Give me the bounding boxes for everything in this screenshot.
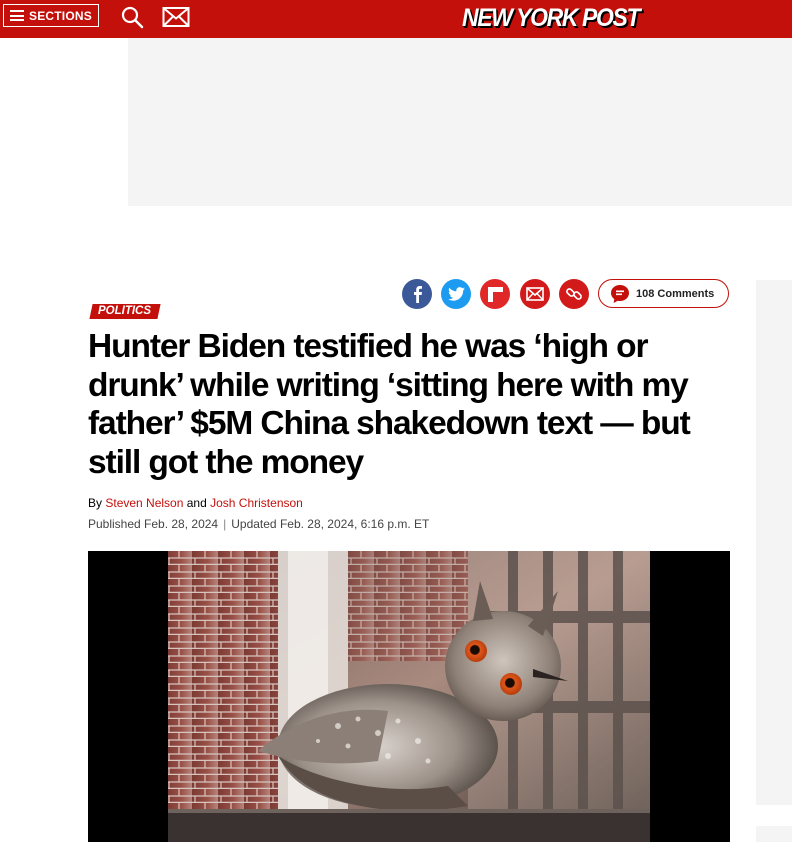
sections-menu-button[interactable]: SECTIONS	[3, 4, 99, 27]
flipboard-icon	[487, 286, 503, 302]
search-icon[interactable]	[120, 5, 144, 29]
comments-button[interactable]: 108 Comments	[598, 279, 729, 308]
share-link-button[interactable]	[559, 279, 589, 309]
right-rail-ad-secondary	[756, 826, 792, 842]
owl-photo	[168, 551, 650, 842]
newsletter-mail-icon[interactable]	[162, 6, 190, 28]
email-icon	[526, 287, 544, 301]
category-label: POLITICS	[98, 305, 152, 317]
facebook-icon	[414, 286, 422, 303]
link-icon	[566, 288, 582, 300]
top-nav-bar: SECTIONS NEW YORK POST	[0, 0, 792, 38]
share-facebook-button[interactable]	[402, 279, 432, 309]
advertisement-slot	[128, 38, 792, 206]
byline-joiner: and	[186, 496, 207, 510]
date-separator: |	[223, 517, 227, 531]
comment-bubble-icon	[611, 284, 629, 303]
comments-count: 108 Comments	[636, 287, 715, 300]
category-tag[interactable]: POLITICS	[89, 304, 161, 319]
right-rail-ad	[756, 280, 792, 805]
share-flipboard-button[interactable]	[480, 279, 510, 309]
new-york-post-logo[interactable]: NEW YORK POST	[462, 1, 641, 35]
published-date: Published Feb. 28, 2024	[88, 517, 219, 531]
updated-date: Updated Feb. 28, 2024, 6:16 p.m. ET	[231, 517, 430, 531]
article-dates: Published Feb. 28, 2024 | Updated Feb. 28,…	[88, 517, 429, 531]
share-twitter-button[interactable]	[441, 279, 471, 309]
byline-prefix: By	[88, 496, 103, 510]
author-link[interactable]: Josh Christenson	[210, 496, 303, 510]
article-headline: Hunter Biden testified he was ‘high or d…	[88, 328, 691, 481]
hamburger-menu-icon	[10, 10, 24, 21]
twitter-icon	[447, 287, 465, 301]
share-email-button[interactable]	[520, 279, 550, 309]
author-link[interactable]: Steven Nelson	[105, 496, 183, 510]
byline: By Steven Nelson and Josh Christenson	[88, 496, 303, 510]
featured-image[interactable]	[88, 551, 730, 842]
sections-label: SECTIONS	[29, 8, 92, 23]
